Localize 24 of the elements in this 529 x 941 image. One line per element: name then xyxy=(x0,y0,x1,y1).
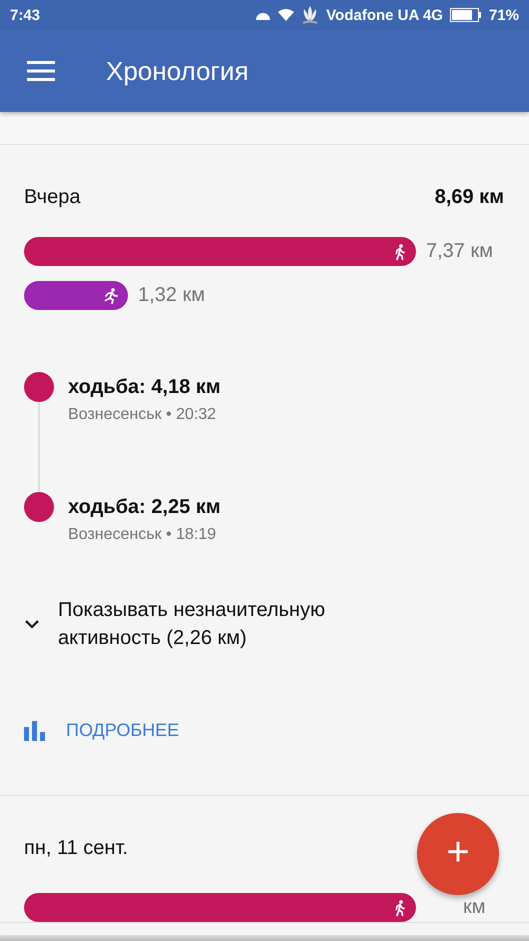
day-title: Вчера xyxy=(24,186,80,208)
flower-icon xyxy=(301,5,320,25)
activity-title[interactable]: ходьба: 4,18 км xyxy=(68,372,221,402)
minor-activity-toggle[interactable]: Показывать незначительную активность (2,26 км) xyxy=(24,596,394,652)
distance-reading: 7,37 км xyxy=(426,240,493,263)
day-title: пн, 11 сент. xyxy=(24,836,128,860)
day-total: 8,69 км xyxy=(434,186,504,208)
chevron-icon xyxy=(24,618,40,630)
activity-location-time: Вознесенськ • 20:32 xyxy=(68,406,216,424)
menu-button[interactable] xyxy=(27,60,55,82)
activity-location-time: Вознесенськ • 18:19 xyxy=(68,526,216,544)
add-button[interactable]: + xyxy=(417,813,499,895)
distance-reading: км xyxy=(463,896,486,919)
android-icon xyxy=(255,10,272,20)
carrier-name: Vodafone UA 4G xyxy=(326,6,443,24)
details-link[interactable]: ПОДРОБНЕЕ xyxy=(24,720,180,741)
clock: 7:43 xyxy=(10,6,40,24)
battery-icon xyxy=(450,8,482,22)
bar-chart-icon xyxy=(24,720,48,740)
wifi-icon xyxy=(278,9,294,21)
distance-reading: 1,32 км xyxy=(138,284,205,307)
battery-percent: 71% xyxy=(488,6,519,24)
activity-title[interactable]: ходьба: 2,25 км xyxy=(68,492,221,522)
screen-title: Хронология xyxy=(106,56,249,86)
